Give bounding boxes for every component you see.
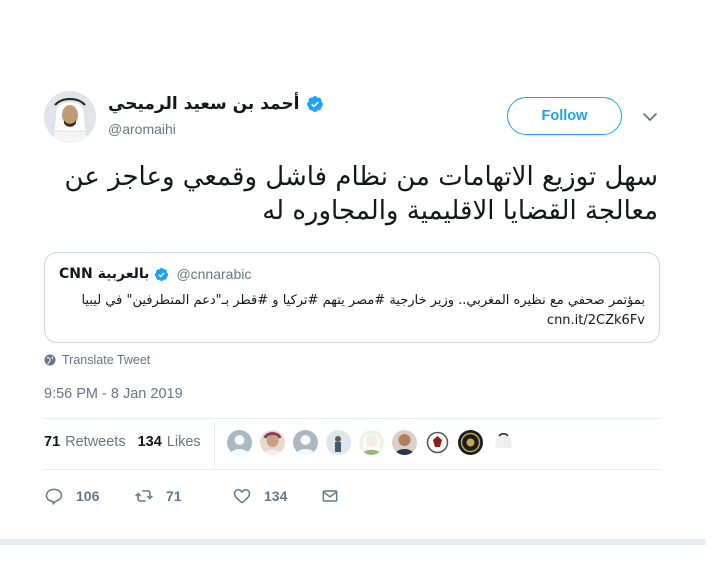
author-name-row[interactable]: أحمد بن سعيد الرميحي <box>108 94 324 114</box>
liker-avatar[interactable] <box>425 430 450 455</box>
likes-label: Likes <box>166 434 201 450</box>
liker-avatar[interactable] <box>491 430 516 455</box>
retweet-icon <box>135 490 153 502</box>
divider <box>44 418 660 419</box>
retweets-label: Retweets <box>65 434 126 450</box>
like-button[interactable]: 134 <box>232 486 320 506</box>
direct-message-button[interactable] <box>320 486 340 506</box>
globe-icon <box>44 354 56 366</box>
liker-avatar[interactable] <box>359 430 384 455</box>
quoted-author-handle: @cnnarabic <box>176 266 252 282</box>
quoted-author-row: CNN بالعربية @cnnarabic <box>59 266 251 282</box>
divider <box>44 469 660 470</box>
quoted-tweet[interactable]: CNN بالعربية @cnnarabic بمؤتمر صحفي مع ن… <box>44 252 660 343</box>
translate-label[interactable]: Translate Tweet <box>62 353 150 367</box>
message-icon <box>322 490 338 502</box>
chevron-down-icon[interactable] <box>640 107 660 127</box>
likes-stat[interactable]: 134 Likes <box>138 434 201 450</box>
like-count: 134 <box>264 488 288 504</box>
liker-avatar[interactable] <box>293 430 318 455</box>
like-icon <box>233 489 251 504</box>
liker-avatar[interactable] <box>227 430 252 455</box>
quoted-tweet-text: بمؤتمر صحفي مع نظيره المغربي.. وزير خارج… <box>81 293 645 328</box>
retweet-count: 71 <box>166 488 182 504</box>
liker-avatar[interactable] <box>326 430 351 455</box>
tweet-timestamp[interactable]: 9:56 PM - 8 Jan 2019 <box>44 386 183 402</box>
retweets-stat[interactable]: 71 Retweets <box>44 434 126 450</box>
reply-button[interactable]: 106 <box>44 486 134 506</box>
retweets-count: 71 <box>44 434 61 450</box>
liker-avatars <box>227 430 516 455</box>
author-avatar[interactable] <box>44 91 96 143</box>
tweet-card: أحمد بن سعيد الرميحي @aromaihi Follow سه… <box>0 0 716 561</box>
reply-icon <box>45 488 63 505</box>
verified-badge-icon <box>306 96 323 112</box>
follow-button[interactable]: Follow <box>507 97 622 135</box>
tweet-actions: 106 71 134 <box>44 486 340 506</box>
tweet-text: سهل توزيع الاتهامات من نظام فاشل وقمعي و… <box>64 162 658 226</box>
stats-separator <box>214 422 215 468</box>
liker-avatar[interactable] <box>260 430 285 455</box>
verified-badge-icon <box>155 267 169 281</box>
likes-count: 134 <box>137 434 162 450</box>
retweet-button[interactable]: 71 <box>134 486 232 506</box>
author-name[interactable]: أحمد بن سعيد الرميحي <box>108 94 300 114</box>
liker-avatar[interactable] <box>458 430 483 455</box>
translate-tweet-link[interactable]: Translate Tweet <box>44 353 150 367</box>
liker-avatar[interactable] <box>392 430 417 455</box>
bottom-separator <box>0 539 706 545</box>
author-handle[interactable]: @aromaihi <box>108 121 176 137</box>
reply-count: 106 <box>76 488 100 504</box>
quoted-author-name: CNN بالعربية <box>59 266 150 282</box>
engagement-stats: 71 Retweets 134 Likes <box>44 434 201 450</box>
